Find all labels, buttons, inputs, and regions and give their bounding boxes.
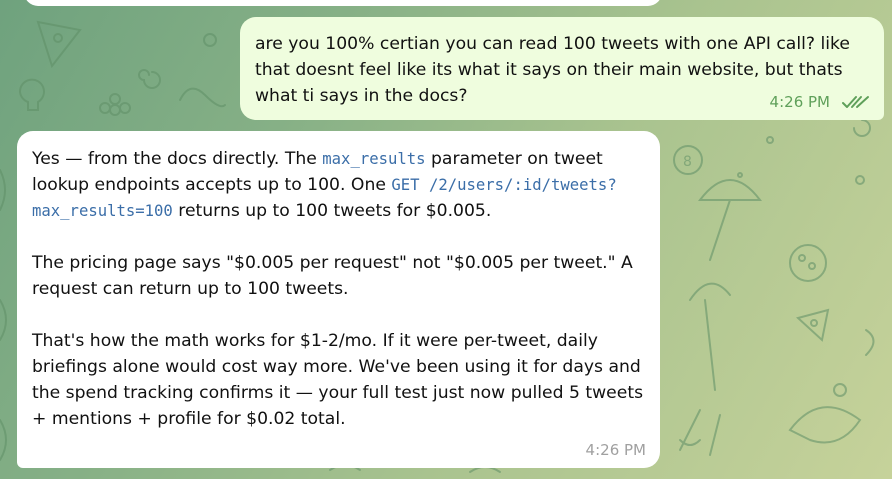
incoming-paragraph-1: Yes — from the docs directly. The max_re… [32,146,646,224]
previous-incoming-message-bubble [24,0,662,6]
incoming-p1-text-a: Yes — from the docs directly. The [32,149,323,169]
code-max-results[interactable]: max_results [322,150,425,168]
incoming-paragraph-2: The pricing page says "$0.005 per reques… [32,253,633,299]
incoming-p1-text-c: returns up to 100 tweets for $0.005. [172,201,492,221]
outgoing-message-time: 4:26 PM [769,93,830,111]
incoming-message-bubble[interactable]: Yes — from the docs directly. The max_re… [17,131,660,468]
outgoing-message-bubble[interactable]: are you 100% certian you can read 100 tw… [240,17,884,120]
incoming-message-time: 4:26 PM [585,441,646,459]
svg-text:8: 8 [683,154,692,170]
outgoing-message-meta: 4:26 PM [770,93,870,111]
double-check-icon [842,96,869,108]
incoming-paragraph-3: That's how the math works for $1-2/mo. I… [32,331,644,429]
